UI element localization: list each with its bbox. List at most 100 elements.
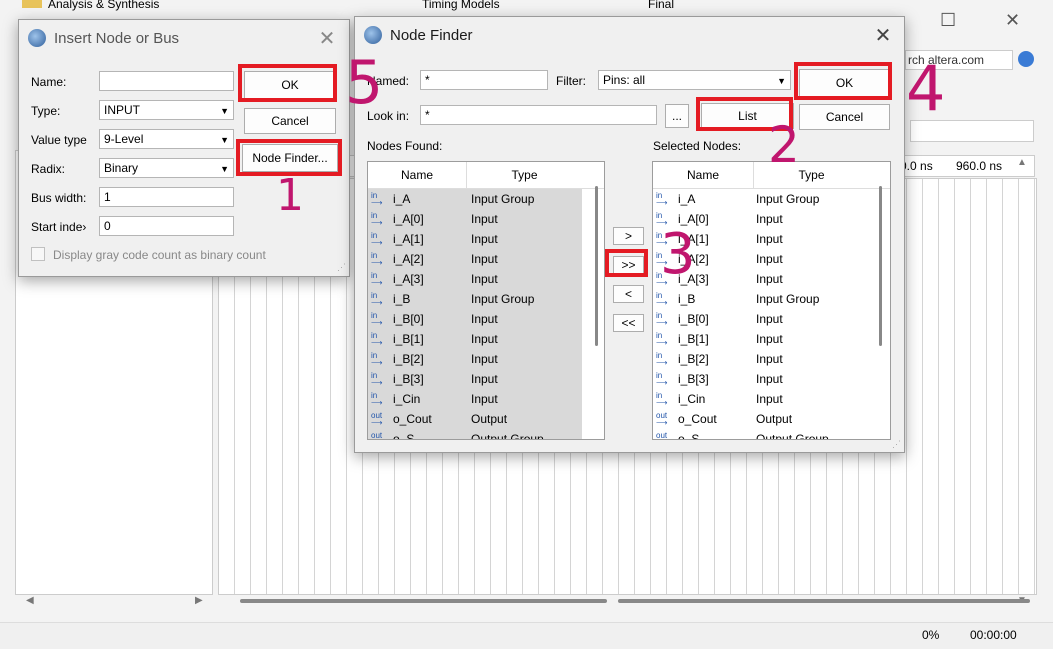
node-name: i_Cin: [393, 392, 421, 406]
ok-button[interactable]: OK: [244, 71, 336, 99]
node-type: Input: [471, 332, 498, 346]
node-name: i_A[1]: [393, 232, 424, 246]
resize-grip-icon[interactable]: ⋰: [892, 439, 901, 450]
list-item[interactable]: in ⟶ i_B[2] Input: [368, 349, 582, 369]
tree-item-analysis[interactable]: Analysis & Synthesis: [48, 0, 159, 11]
type-select[interactable]: INPUT ▼: [99, 100, 234, 120]
resize-grip-icon[interactable]: ⋰: [337, 262, 346, 273]
remove-selected-button[interactable]: <: [613, 285, 644, 303]
globe-icon[interactable]: [1018, 51, 1034, 67]
node-name: i_B[0]: [393, 312, 424, 326]
list-item[interactable]: in ⟶ i_B[3] Input: [368, 369, 582, 389]
list-item[interactable]: in ⟶ i_A[1] Input: [653, 229, 873, 249]
list-item[interactable]: in ⟶ i_A[3] Input: [368, 269, 582, 289]
list-item[interactable]: out⟶ o_S Output Group: [653, 429, 873, 440]
horizontal-scrollbar-right[interactable]: [618, 599, 1030, 603]
folder-icon: [22, 0, 42, 8]
node-type: Input Group: [756, 292, 820, 306]
filter-label: Filter:: [556, 74, 586, 88]
list-item[interactable]: in ⟶ i_B Input Group: [368, 289, 582, 309]
node-name: o_S: [678, 432, 700, 440]
add-all-button[interactable]: >>: [613, 256, 644, 274]
maximize-icon[interactable]: ☐: [940, 10, 956, 31]
input-group-icon: in ⟶: [656, 291, 668, 307]
selected-nodes-scrollbar[interactable]: [879, 186, 882, 346]
name-field[interactable]: [99, 71, 234, 91]
node-name: i_A[2]: [678, 252, 709, 266]
close-icon[interactable]: ✕: [868, 23, 898, 48]
column-header-type[interactable]: Type: [754, 162, 869, 188]
node-name: o_S: [393, 432, 415, 440]
list-item[interactable]: in ⟶ i_Cin Input: [368, 389, 582, 409]
list-item[interactable]: in ⟶ i_A Input Group: [368, 189, 582, 209]
radix-select[interactable]: Binary ▼: [99, 158, 234, 178]
list-item[interactable]: in ⟶ i_B[0] Input: [368, 309, 582, 329]
cancel-button[interactable]: Cancel: [244, 108, 336, 134]
list-item[interactable]: in ⟶ i_Cin Input: [653, 389, 873, 409]
value-type-select[interactable]: 9-Level ▼: [99, 129, 234, 149]
node-type: Input: [756, 392, 783, 406]
list-item[interactable]: in ⟶ i_A Input Group: [653, 189, 873, 209]
input-pin-icon: in ⟶: [656, 351, 668, 367]
list-item[interactable]: in ⟶ i_A[1] Input: [368, 229, 582, 249]
gray-code-checkbox[interactable]: [31, 247, 45, 261]
node-type: Input Group: [471, 292, 535, 306]
start-index-field[interactable]: 0: [99, 216, 234, 236]
column-header-name[interactable]: Name: [368, 162, 467, 188]
list-item[interactable]: out⟶ o_S Output Group: [368, 429, 582, 440]
remove-all-button[interactable]: <<: [613, 314, 644, 332]
list-item[interactable]: in ⟶ i_A[0] Input: [653, 209, 873, 229]
horizontal-scrollbar-left[interactable]: [240, 599, 607, 603]
list-item[interactable]: in ⟶ i_A[2] Input: [368, 249, 582, 269]
node-name: i_A[1]: [678, 232, 709, 246]
scroll-right-icon[interactable]: ▶: [195, 595, 203, 606]
input-pin-icon: in ⟶: [656, 271, 668, 287]
list-item[interactable]: in ⟶ i_A[2] Input: [653, 249, 873, 269]
cancel-button[interactable]: Cancel: [799, 104, 890, 130]
list-item[interactable]: in ⟶ i_B[1] Input: [368, 329, 582, 349]
input-pin-icon: in ⟶: [371, 351, 383, 367]
bus-width-field[interactable]: 1: [99, 187, 234, 207]
nodes-found-scrollbar[interactable]: [595, 186, 598, 346]
list-item[interactable]: out ⟶ o_Cout Output: [368, 409, 582, 429]
add-selected-button[interactable]: >: [613, 227, 644, 245]
list-item[interactable]: out ⟶ o_Cout Output: [653, 409, 873, 429]
list-item[interactable]: in ⟶ i_B[0] Input: [653, 309, 873, 329]
node-type: Input: [471, 232, 498, 246]
filter-select[interactable]: Pins: all ▼: [598, 70, 791, 90]
node-finder-title: Node Finder: [390, 26, 473, 44]
list-item[interactable]: in ⟶ i_A[0] Input: [368, 209, 582, 229]
column-header-name[interactable]: Name: [653, 162, 754, 188]
radix-select-value: Binary: [104, 161, 139, 175]
node-name: i_B[3]: [678, 372, 709, 386]
look-in-field[interactable]: *: [420, 105, 657, 125]
node-name: i_B[1]: [393, 332, 424, 346]
list-item[interactable]: in ⟶ i_B[1] Input: [653, 329, 873, 349]
search-input[interactable]: rch altera.com: [905, 50, 1013, 70]
scroll-up-icon[interactable]: ▲: [1017, 157, 1027, 168]
close-icon[interactable]: ✕: [312, 26, 342, 51]
browse-button[interactable]: ...: [665, 104, 689, 128]
list-item[interactable]: in ⟶ i_A[3] Input: [653, 269, 873, 289]
radix-label: Radix:: [31, 162, 66, 176]
node-name: i_A: [393, 192, 411, 206]
nodes-found-list[interactable]: Name Type in ⟶ i_A Input Group in ⟶ i_A[0] Inpu…: [367, 161, 605, 440]
close-icon[interactable]: ✕: [1005, 10, 1020, 31]
node-finder-button[interactable]: Node Finder...: [242, 144, 338, 172]
input-group-icon: in ⟶: [371, 291, 383, 307]
bus-width-label: Bus width:: [31, 191, 87, 205]
node-name: i_A[0]: [393, 212, 424, 226]
named-field[interactable]: *: [420, 70, 548, 90]
selected-nodes-list[interactable]: Name Type in ⟶ i_A Input Group in ⟶ i_A[0] Inpu…: [652, 161, 891, 440]
list-button[interactable]: List: [701, 103, 794, 129]
list-item[interactable]: in ⟶ i_B[3] Input: [653, 369, 873, 389]
list-item[interactable]: in ⟶ i_B[2] Input: [653, 349, 873, 369]
ok-button[interactable]: OK: [799, 69, 890, 97]
node-type: Input: [471, 272, 498, 286]
scroll-left-icon[interactable]: ◀: [26, 595, 34, 606]
column-header-type[interactable]: Type: [467, 162, 582, 188]
node-type: Input: [471, 352, 498, 366]
column-timing-models: Timing Models: [422, 0, 500, 11]
filter-field[interactable]: [910, 120, 1034, 142]
list-item[interactable]: in ⟶ i_B Input Group: [653, 289, 873, 309]
